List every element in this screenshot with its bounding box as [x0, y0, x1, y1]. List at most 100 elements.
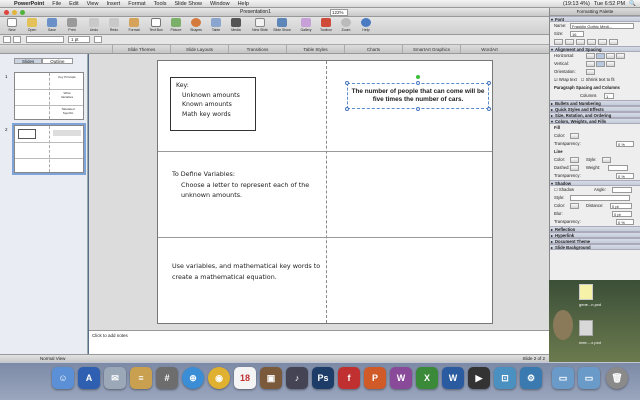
print-button[interactable]: Print	[62, 18, 82, 34]
app-store-icon[interactable]: A	[78, 367, 100, 389]
line-style-select[interactable]	[26, 36, 64, 43]
zoom-button[interactable]: Zoom	[336, 18, 356, 34]
valign-bottom-button[interactable]	[606, 61, 615, 67]
italic-button[interactable]	[565, 39, 574, 45]
menu-format[interactable]: Format	[124, 1, 149, 7]
resize-handle[interactable]	[345, 107, 349, 111]
fill-color-picker[interactable]	[570, 133, 579, 139]
dashed-picker[interactable]	[570, 165, 579, 171]
fill-color-button[interactable]	[13, 36, 21, 43]
bold-button[interactable]	[554, 39, 563, 45]
media-button[interactable]: Media	[226, 18, 246, 34]
word-icon[interactable]: W	[442, 367, 464, 389]
menu-help[interactable]: Help	[234, 1, 253, 7]
toolbox-button[interactable]: Toolbox	[316, 18, 336, 34]
strikethrough-button[interactable]	[598, 39, 607, 45]
menu-file[interactable]: File	[48, 1, 65, 7]
valign-middle-button[interactable]	[596, 61, 605, 67]
arrow-style-button[interactable]	[94, 36, 102, 43]
use-variables-text[interactable]: Use variables, and mathematical key word…	[172, 261, 322, 283]
shadow-text-button[interactable]	[587, 39, 596, 45]
align-left-button[interactable]	[586, 53, 595, 59]
font-color-button[interactable]	[609, 39, 618, 45]
zoom-select[interactable]: 122%	[330, 9, 348, 16]
line-weight-field[interactable]	[608, 165, 628, 171]
rotation-handle[interactable]	[416, 75, 420, 79]
photos-icon[interactable]: ▣	[260, 367, 282, 389]
battery-status[interactable]: (19:13 4%)	[563, 1, 590, 7]
selected-text-box[interactable]: The number of people that can come will …	[347, 83, 489, 109]
preview-icon[interactable]: ⊡	[494, 367, 516, 389]
key-box[interactable]: Key: Unknown amounts Known amounts Math …	[170, 77, 256, 131]
clock[interactable]: Tue 6:52 PM	[594, 1, 625, 7]
resize-handle[interactable]	[487, 81, 491, 85]
columns-field[interactable]: 1	[604, 93, 614, 99]
font-size-field[interactable]: 16	[570, 31, 584, 37]
media-player-icon[interactable]: ♪	[286, 367, 308, 389]
trash-icon[interactable]: 🗑	[606, 367, 628, 389]
fill-transparency-field[interactable]: 0 %	[616, 141, 634, 147]
applications-folder-icon[interactable]: ▭	[552, 367, 574, 389]
line-color-button[interactable]	[3, 36, 11, 43]
align-right-button[interactable]	[606, 53, 615, 59]
shadow-distance-field[interactable]: 0 pt	[610, 203, 632, 209]
tab-outline[interactable]: Outline	[42, 58, 73, 64]
calendar-icon[interactable]: 18	[234, 367, 256, 389]
notes-pane[interactable]: Click to add notes	[89, 330, 549, 354]
documents-folder-icon[interactable]: ▭	[578, 367, 600, 389]
excel-icon[interactable]: X	[416, 367, 438, 389]
menu-app-name[interactable]: PowerPoint	[10, 1, 48, 7]
undo-button[interactable]: Undo	[84, 18, 104, 34]
terminal-icon[interactable]: ▶	[468, 367, 490, 389]
valign-top-button[interactable]	[586, 61, 595, 67]
menu-window[interactable]: Window	[206, 1, 234, 7]
resize-handle[interactable]	[416, 107, 420, 111]
slide-show-button[interactable]: Slide Show	[272, 18, 292, 34]
slide-thumbnail-2[interactable]	[12, 123, 86, 175]
zoom-window-button[interactable]	[20, 10, 25, 15]
save-button[interactable]: Save	[42, 18, 62, 34]
menu-insert[interactable]: Insert	[102, 1, 124, 7]
orientation-button[interactable]	[586, 69, 595, 75]
shadow-angle-field[interactable]	[612, 187, 632, 193]
calculator-icon[interactable]: #	[156, 367, 178, 389]
chrome-icon[interactable]: ◉	[208, 367, 230, 389]
line-color-picker[interactable]	[570, 157, 579, 163]
help-button[interactable]: Help	[356, 18, 376, 34]
new-slide-button[interactable]: New Slide	[250, 18, 270, 34]
gallery-button[interactable]: Gallery	[296, 18, 316, 34]
minimize-window-button[interactable]	[12, 10, 17, 15]
menu-view[interactable]: View	[83, 1, 103, 7]
app-icon[interactable]: W	[390, 367, 412, 389]
format-button[interactable]: Format	[124, 18, 144, 34]
powerpoint-icon[interactable]: P	[364, 367, 386, 389]
slide-canvas[interactable]: Key: Unknown amounts Known amounts Math …	[157, 60, 493, 324]
underline-button[interactable]	[576, 39, 585, 45]
resize-handle[interactable]	[416, 81, 420, 85]
tab-table-styles[interactable]: Table Styles	[286, 45, 344, 53]
resize-handle[interactable]	[345, 81, 349, 85]
shapes-button[interactable]: Shapes	[186, 18, 206, 34]
flash-icon[interactable]: f	[338, 367, 360, 389]
align-center-button[interactable]	[596, 53, 605, 59]
shadow-color-picker[interactable]	[570, 203, 579, 209]
tab-slide-themes[interactable]: Slide Themes	[112, 45, 170, 53]
new-button[interactable]: New	[2, 18, 22, 34]
shadow-blur-field[interactable]: 0 pt	[612, 211, 632, 217]
tab-slides[interactable]: Slides	[14, 58, 43, 64]
document-icon[interactable]	[579, 284, 593, 300]
tab-transitions[interactable]: Transitions	[228, 45, 286, 53]
line-weight-select[interactable]: 1 pt	[68, 36, 90, 43]
open-button[interactable]: Open	[22, 18, 42, 34]
menu-tools[interactable]: Tools	[150, 1, 171, 7]
tab-wordart[interactable]: WordArt	[460, 45, 518, 53]
font-name-field[interactable]: Franklin Gothic Medi...	[570, 23, 634, 29]
define-variables-text[interactable]: To Define Variables: Choose a letter to …	[172, 169, 322, 201]
spotlight-icon[interactable]: 🔍	[629, 1, 636, 7]
tab-charts[interactable]: Charts	[344, 45, 402, 53]
align-justify-button[interactable]	[616, 53, 625, 59]
slide-thumbnail-1[interactable]: Key Principle What Variables Tabulated S…	[14, 72, 84, 120]
line-style-picker[interactable]	[602, 157, 611, 163]
tab-smartart-graphics[interactable]: SmartArt Graphics	[402, 45, 460, 53]
shadow-transparency-field[interactable]: 0 %	[616, 219, 634, 225]
